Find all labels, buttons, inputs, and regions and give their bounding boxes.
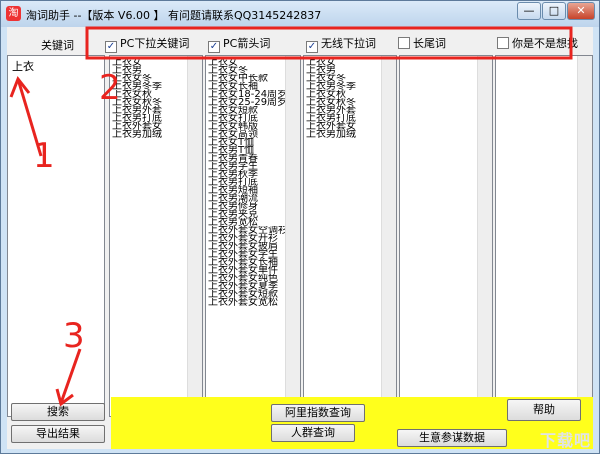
- checkbox-pc-arrow[interactable]: ✓ PC箭头词: [208, 35, 270, 53]
- list-item[interactable]: 上衣女T恤: [208, 138, 286, 146]
- list-item[interactable]: 上衣男: [306, 66, 381, 74]
- list-item[interactable]: 上衣外套女短款: [208, 290, 286, 298]
- list-item[interactable]: 上衣外套女单件: [208, 266, 286, 274]
- result-list[interactable]: 上衣女 上衣男 上衣女冬 上衣男冬季 上衣女秋 上衣女秋冬 上衣男外套 上衣男打底 上衣外套女上…: [112, 58, 187, 418]
- list-item[interactable]: 上衣男夹克: [208, 210, 286, 218]
- list-item[interactable]: 上衣女秋: [112, 90, 187, 98]
- scrollbar[interactable]: [285, 56, 300, 416]
- list-item[interactable]: 上衣女18-24周岁: [208, 90, 286, 98]
- list-item[interactable]: 上衣女: [208, 58, 286, 66]
- app-window: 淘 淘词助手 --【版本 V6.00 】 有问题请联系QQ3145242837 …: [0, 0, 600, 454]
- list-item[interactable]: 上衣女秋冬: [112, 98, 187, 106]
- list-item[interactable]: 上衣外套女宽松: [208, 298, 286, 306]
- result-column-5[interactable]: [495, 55, 593, 417]
- list-item[interactable]: 上衣男修身: [208, 202, 286, 210]
- list-item[interactable]: 上衣男打底: [112, 114, 187, 122]
- list-item[interactable]: 上衣外套女夏季: [208, 282, 286, 290]
- list-item[interactable]: 上衣男潮流: [208, 194, 286, 202]
- maximize-button[interactable]: □: [542, 2, 566, 20]
- list-item[interactable]: 上衣外套女披肩: [208, 242, 286, 250]
- result-list[interactable]: 上衣女 上衣女冬 上衣女中长款 上衣女长袖 上衣女18-24周岁 上衣女25-29周岁 上衣…: [208, 58, 286, 418]
- list-item[interactable]: 上衣男打底: [208, 178, 286, 186]
- list-item[interactable]: 上衣外套女空调衫: [208, 226, 286, 234]
- checkbox-wireless-dropdown[interactable]: ✓ 无线下拉词: [306, 35, 376, 53]
- scrollbar[interactable]: [477, 56, 492, 416]
- list-item[interactable]: 上衣男青春: [208, 154, 286, 162]
- checkbox-box[interactable]: ✓: [208, 41, 220, 53]
- app-logo-icon: 淘: [6, 6, 21, 21]
- list-item[interactable]: 上衣女高领: [208, 130, 286, 138]
- list-item[interactable]: 上衣男学生: [208, 162, 286, 170]
- minimize-button[interactable]: —: [517, 2, 541, 20]
- list-item[interactable]: 上衣外套女学生: [208, 250, 286, 258]
- scrollbar[interactable]: [381, 56, 396, 416]
- scrollbar[interactable]: [187, 56, 202, 416]
- export-results-button[interactable]: 导出结果: [11, 425, 105, 443]
- list-item[interactable]: 上衣男宽松: [208, 218, 286, 226]
- list-item[interactable]: 上衣男外套: [112, 106, 187, 114]
- title-bar: 淘 淘词助手 --【版本 V6.00 】 有问题请联系QQ3145242837 …: [1, 1, 599, 27]
- keyword-text[interactable]: 上衣: [8, 56, 104, 76]
- list-item[interactable]: 上衣女秋: [306, 90, 381, 98]
- result-column-2[interactable]: 上衣女 上衣女冬 上衣女中长款 上衣女长袖 上衣女18-24周岁 上衣女25-29周岁 上衣…: [205, 55, 301, 417]
- list-item[interactable]: 上衣男冬季: [112, 82, 187, 90]
- list-item[interactable]: 上衣女中长款: [208, 74, 286, 82]
- checkbox-box[interactable]: ✓: [105, 41, 117, 53]
- list-item[interactable]: 上衣外套女: [112, 122, 187, 130]
- result-column-3[interactable]: 上衣女 上衣男 上衣女冬 上衣男冬季 上衣女秋 上衣女秋冬 上衣男外套 上衣男打底 上衣外套女上…: [303, 55, 397, 417]
- watermark-text: 下载吧: [539, 431, 591, 450]
- close-button[interactable]: ✕: [567, 2, 595, 20]
- checkbox-box[interactable]: ✓: [306, 41, 318, 53]
- crowd-query-button[interactable]: 人群查询: [271, 424, 355, 442]
- client-area: 关键词 ✓ PC下拉关键词 ✓ PC箭头词 ✓ 无线下拉词 长尾词 你是不是想找 上衣…: [7, 27, 593, 449]
- result-column-4[interactable]: [399, 55, 493, 417]
- list-item[interactable]: 上衣男T恤: [208, 146, 286, 154]
- list-item[interactable]: 上衣男秋季: [208, 170, 286, 178]
- search-button[interactable]: 搜索: [11, 403, 105, 421]
- list-item[interactable]: 上衣女打底: [208, 114, 286, 122]
- checkbox-box[interactable]: [497, 37, 509, 49]
- checkbox-did-you-mean[interactable]: 你是不是想找: [497, 35, 578, 51]
- list-item[interactable]: 上衣女冬: [306, 74, 381, 82]
- checkbox-pc-dropdown[interactable]: ✓ PC下拉关键词: [105, 35, 189, 53]
- list-item[interactable]: 上衣男加绒: [306, 130, 381, 138]
- list-item[interactable]: 上衣外套女开衫: [208, 234, 286, 242]
- list-item[interactable]: 上衣女冬: [112, 74, 187, 82]
- list-item[interactable]: 上衣男: [112, 66, 187, 74]
- list-item[interactable]: 上衣男冬季: [306, 82, 381, 90]
- list-item[interactable]: 上衣女秋冬: [306, 98, 381, 106]
- list-item[interactable]: 上衣外套女: [306, 122, 381, 130]
- list-item[interactable]: 上衣女短款: [208, 106, 286, 114]
- keyword-input[interactable]: 上衣: [7, 55, 105, 417]
- window-title: 淘词助手 --【版本 V6.00 】 有问题请联系QQ3145242837: [26, 9, 322, 22]
- checkbox-long-tail[interactable]: 长尾词: [398, 35, 446, 51]
- list-item[interactable]: 上衣女长袖: [208, 82, 286, 90]
- ali-index-button[interactable]: 阿里指数查询: [271, 404, 365, 422]
- list-item[interactable]: 上衣女: [306, 58, 381, 66]
- list-item[interactable]: 上衣外套女长袖: [208, 258, 286, 266]
- keyword-label: 关键词: [41, 39, 74, 52]
- list-item[interactable]: 上衣男外套: [306, 106, 381, 114]
- list-item[interactable]: 上衣女25-29周岁: [208, 98, 286, 106]
- scrollbar[interactable]: [577, 56, 592, 416]
- result-list[interactable]: 上衣女 上衣男 上衣女冬 上衣男冬季 上衣女秋 上衣女秋冬 上衣男外套 上衣男打底 上衣外套女上…: [306, 58, 381, 418]
- list-item[interactable]: 上衣男短袖: [208, 186, 286, 194]
- business-data-button[interactable]: 生意参谋数据: [397, 429, 507, 447]
- result-column-1[interactable]: 上衣女 上衣男 上衣女冬 上衣男冬季 上衣女秋 上衣女秋冬 上衣男外套 上衣男打底 上衣外套女上…: [109, 55, 203, 417]
- list-item[interactable]: 上衣男加绒: [112, 130, 187, 138]
- list-item[interactable]: 上衣女: [112, 58, 187, 66]
- list-item[interactable]: 上衣外套女纯色: [208, 274, 286, 282]
- checkbox-box[interactable]: [398, 37, 410, 49]
- list-item[interactable]: 上衣女冬: [208, 66, 286, 74]
- list-item[interactable]: 上衣男打底: [306, 114, 381, 122]
- list-item[interactable]: 上衣女韩版: [208, 122, 286, 130]
- help-button[interactable]: 帮助: [507, 399, 581, 421]
